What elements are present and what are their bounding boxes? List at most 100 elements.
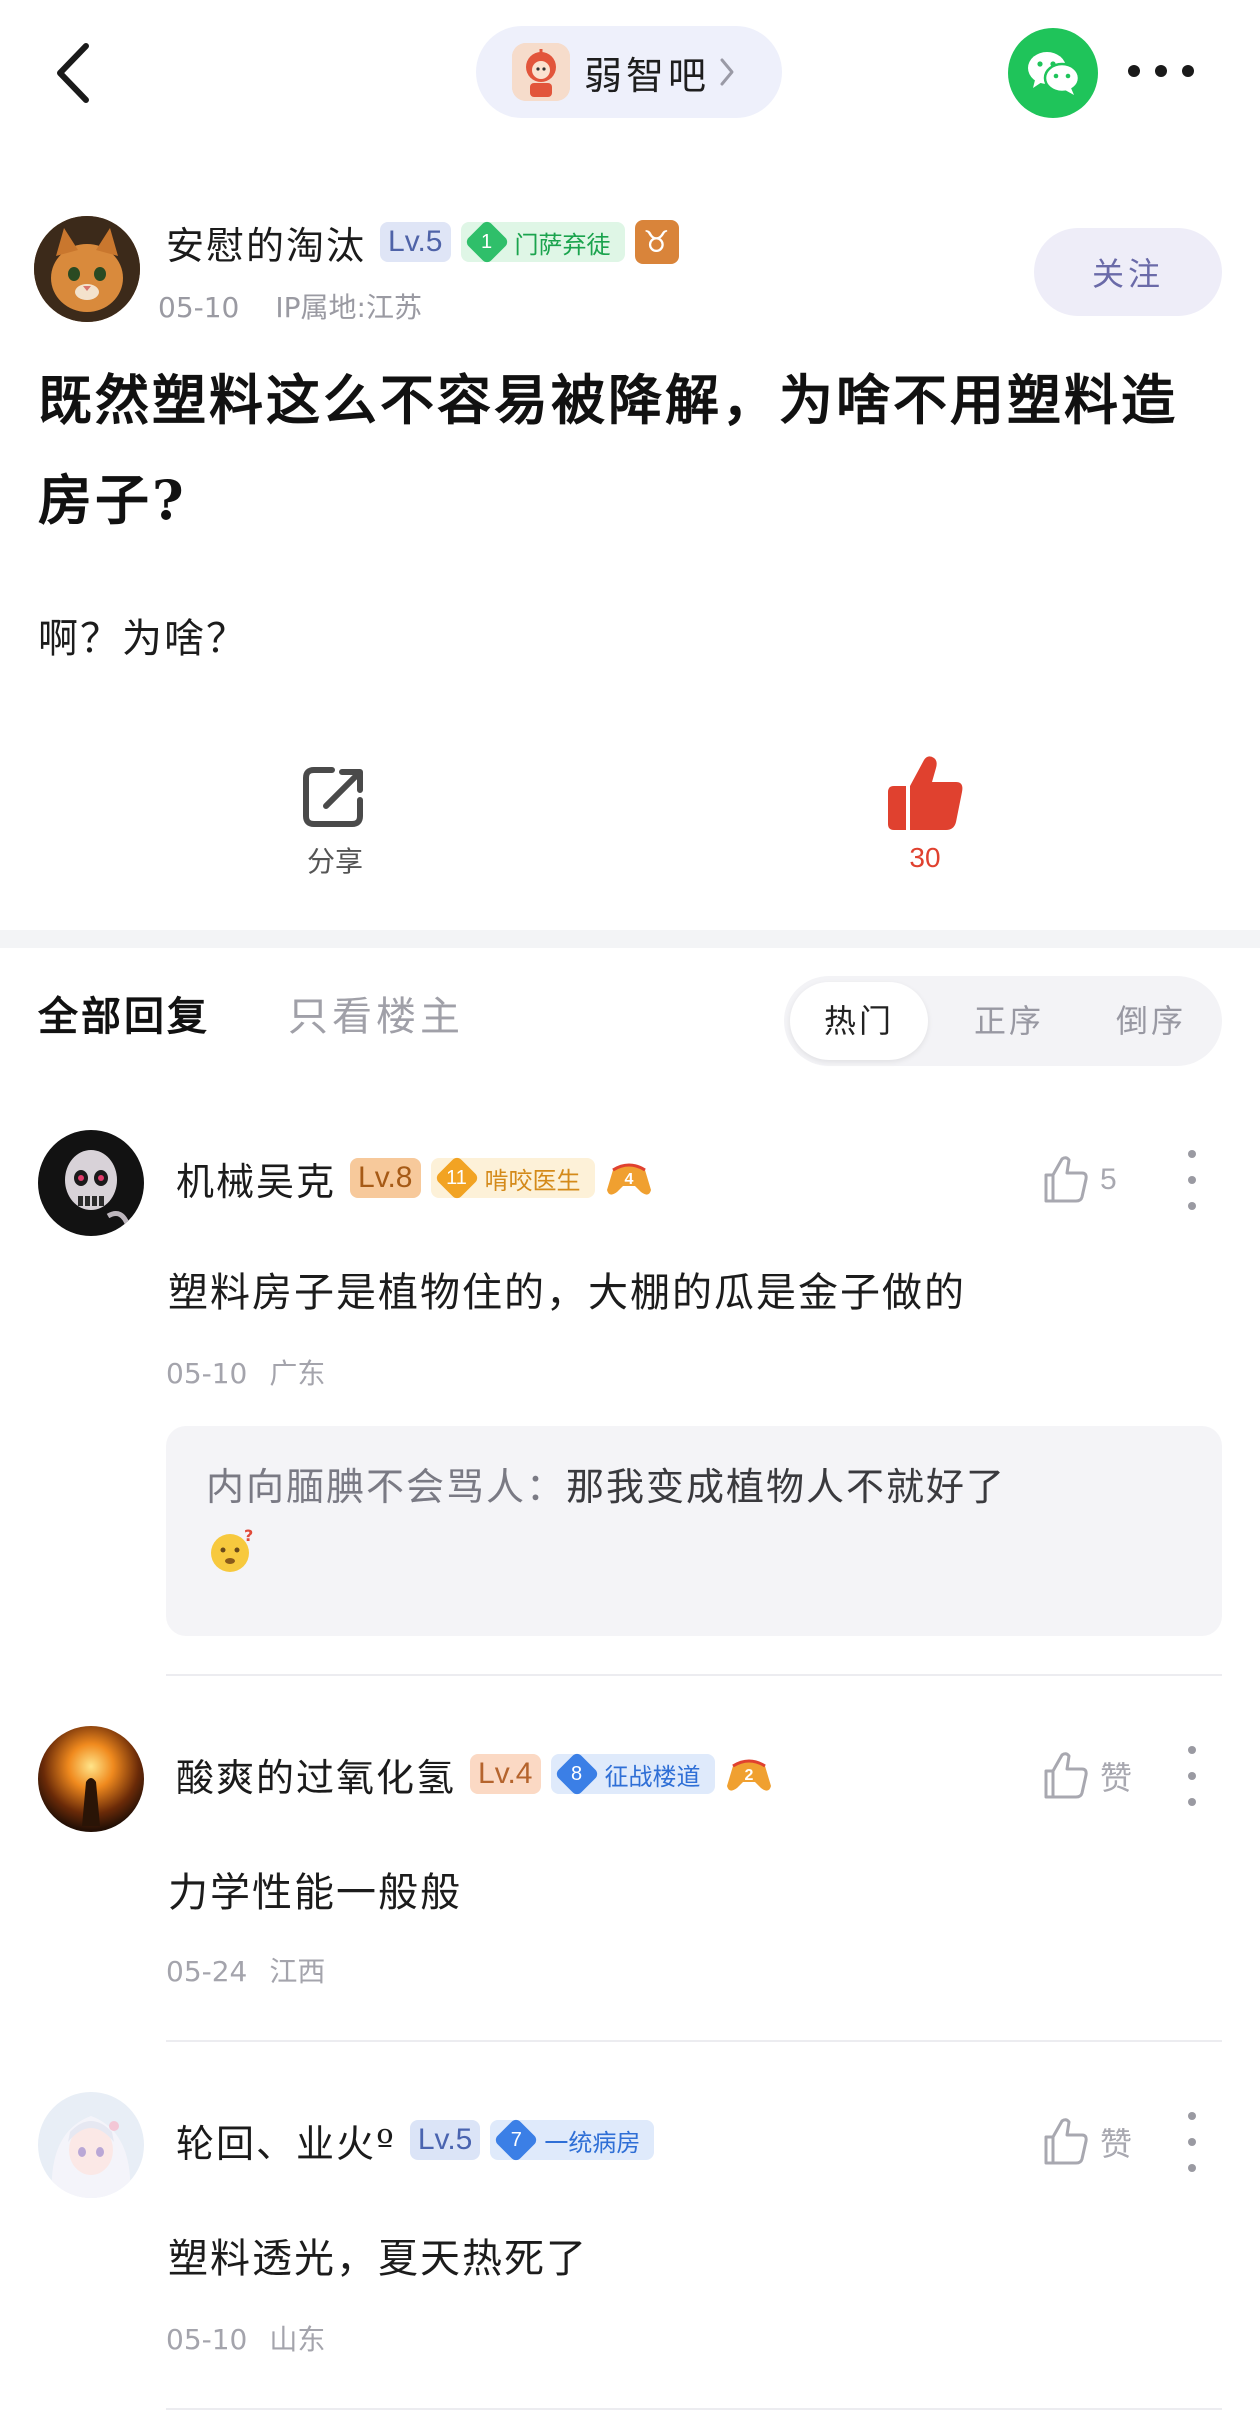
post-body: 啊？为啥？ bbox=[38, 616, 248, 662]
member-title-text: 啃咬医生 bbox=[484, 1166, 581, 1195]
dot-icon bbox=[1188, 1176, 1196, 1184]
comment-divider bbox=[166, 2040, 1222, 2042]
sub-reply-author[interactable]: 内向腼腆不会骂人： bbox=[206, 1465, 566, 1509]
comment-date: 05-24 bbox=[166, 1955, 248, 1988]
commenter-name-row: 酸爽的过氧化氢 Lv.4 8 征战楼道 2 bbox=[176, 1746, 773, 1802]
sub-reply-text: 那我变成植物人不就好了 bbox=[566, 1465, 1007, 1509]
op-name-row: 安慰的淘汰 Lv.5 1 门萨弃徒 ♉ bbox=[166, 214, 679, 270]
wechat-share-button[interactable] bbox=[1008, 28, 1098, 118]
sort-descending[interactable]: 倒序 bbox=[1086, 976, 1216, 1066]
dot-icon bbox=[1182, 65, 1194, 77]
member-title-badge: 7 一统病房 bbox=[490, 2120, 655, 2160]
level-badge: Lv.4 bbox=[470, 1754, 541, 1794]
comment-meta: 05-10 山东 bbox=[166, 2318, 325, 2358]
dot-icon bbox=[1188, 1798, 1196, 1806]
comment-more-button[interactable] bbox=[1180, 2112, 1204, 2172]
commenter-username[interactable]: 轮回、业火º bbox=[176, 2113, 396, 2168]
like-count: 30 bbox=[909, 842, 941, 873]
zodiac-taurus-icon: ♉ bbox=[634, 220, 679, 264]
dot-icon bbox=[1188, 2138, 1196, 2146]
thumbs-up-icon bbox=[1044, 1156, 1088, 1203]
svg-text:2: 2 bbox=[744, 1767, 753, 1784]
post-title: 既然塑料这么不容易被降解，为啥不用塑料造房子? bbox=[38, 368, 1178, 532]
level-badge: Lv.8 bbox=[350, 1158, 421, 1198]
level-badge: Lv.5 bbox=[409, 2120, 481, 2160]
dot-icon bbox=[1155, 65, 1167, 77]
op-avatar[interactable] bbox=[34, 216, 140, 322]
comment-more-button[interactable] bbox=[1180, 1150, 1204, 1210]
comment-like-button[interactable]: 5 bbox=[1040, 1150, 1117, 1210]
svg-text:4: 4 bbox=[624, 1171, 633, 1188]
comment-text: 塑料透光，夏天热死了 bbox=[168, 2236, 588, 2282]
tab-all-replies[interactable]: 全部回复 bbox=[38, 984, 210, 1042]
op-username[interactable]: 安慰的淘汰 bbox=[166, 215, 366, 270]
wechat-icon bbox=[1028, 52, 1081, 95]
comment-divider bbox=[166, 2408, 1222, 2410]
back-button[interactable] bbox=[48, 38, 98, 108]
gamepad-badge-icon: 4 bbox=[606, 1163, 651, 1195]
sort-hot[interactable]: 热门 bbox=[790, 982, 928, 1060]
follow-button[interactable]: 关注 bbox=[1034, 228, 1222, 316]
comment-text: 力学性能一般般 bbox=[168, 1870, 462, 1916]
thinking-emoji-icon: ? bbox=[206, 1526, 1182, 1579]
member-title-text: 征战楼道 bbox=[604, 1762, 701, 1791]
dot-icon bbox=[1188, 2164, 1196, 2172]
member-title-badge: 1 门萨弃徒 bbox=[460, 222, 625, 262]
dot-icon bbox=[1188, 1150, 1196, 1158]
commenter-name-row: 机械吴克 Lv.8 11 啃咬医生 4 bbox=[176, 1150, 653, 1206]
commenter-avatar[interactable] bbox=[38, 1726, 144, 1832]
diamond-icon: 8 bbox=[557, 1754, 597, 1794]
share-label: 分享 bbox=[306, 845, 363, 878]
sort-ascending[interactable]: 正序 bbox=[944, 976, 1074, 1066]
dot-icon bbox=[1188, 1772, 1196, 1780]
post-date: 05-10 bbox=[158, 291, 240, 324]
forum-link[interactable]: 弱智吧 bbox=[476, 26, 782, 118]
comment-like-button[interactable]: 赞 bbox=[1040, 2112, 1132, 2172]
chevron-right-icon bbox=[720, 58, 734, 86]
diamond-icon: 11 bbox=[437, 1158, 477, 1198]
diamond-icon: 1 bbox=[467, 222, 507, 262]
commenter-username[interactable]: 酸爽的过氧化氢 bbox=[176, 1747, 456, 1802]
chevron-left-icon bbox=[57, 43, 89, 103]
commenter-name-row: 轮回、业火º Lv.5 7 一统病房 bbox=[176, 2112, 655, 2168]
comment-like-label: 赞 bbox=[1100, 2125, 1133, 2163]
dot-icon bbox=[1188, 2112, 1196, 2120]
ip-location: IP属地:江苏 bbox=[275, 291, 422, 324]
like-button[interactable]: 30 bbox=[870, 752, 980, 882]
thumbs-up-icon bbox=[1044, 2118, 1088, 2165]
thumbs-up-filled-icon bbox=[888, 756, 963, 830]
top-bar: 弱智吧 bbox=[0, 0, 1260, 150]
level-badge: Lv.5 bbox=[380, 222, 451, 262]
comment-location: 江西 bbox=[269, 1955, 326, 1988]
comment-like-button[interactable]: 赞 bbox=[1040, 1746, 1132, 1806]
commenter-avatar[interactable] bbox=[38, 2092, 144, 2198]
member-title-badge: 8 征战楼道 bbox=[550, 1754, 715, 1794]
gamepad-badge-icon: 2 bbox=[726, 1759, 771, 1791]
member-title-text: 门萨弃徒 bbox=[514, 230, 611, 259]
sort-toggle: 热门 正序 倒序 bbox=[784, 976, 1222, 1066]
comment-more-button[interactable] bbox=[1180, 1746, 1204, 1806]
op-meta: 05-10 IP属地:江苏 bbox=[158, 286, 422, 326]
dot-icon bbox=[1188, 1746, 1196, 1754]
comment-date: 05-10 bbox=[166, 2323, 248, 2356]
thumbs-up-icon bbox=[1044, 1752, 1088, 1799]
comment-like-label: 赞 bbox=[1100, 1759, 1133, 1797]
diamond-icon: 7 bbox=[496, 2120, 536, 2160]
comment-location: 山东 bbox=[269, 2323, 326, 2356]
commenter-username[interactable]: 机械吴克 bbox=[176, 1151, 336, 1206]
forum-name: 弱智吧 bbox=[584, 53, 711, 98]
svg-text:?: ? bbox=[244, 1527, 253, 1545]
comment-date: 05-10 bbox=[166, 1357, 248, 1390]
member-title-badge: 11 啃咬医生 bbox=[430, 1158, 595, 1198]
section-separator bbox=[0, 930, 1260, 948]
sub-reply-box[interactable]: 内向腼腆不会骂人：那我变成植物人不就好了 ? bbox=[166, 1426, 1222, 1636]
commenter-avatar[interactable] bbox=[38, 1130, 144, 1236]
comment-meta: 05-10 广东 bbox=[166, 1352, 325, 1392]
comment-divider bbox=[166, 1674, 1222, 1676]
share-icon bbox=[303, 767, 363, 827]
tab-op-only[interactable]: 只看楼主 bbox=[288, 984, 464, 1042]
comment-like-count: 5 bbox=[1100, 1163, 1117, 1196]
comment-meta: 05-24 江西 bbox=[166, 1950, 325, 1990]
more-options-button[interactable] bbox=[1128, 56, 1194, 86]
share-button[interactable]: 分享 bbox=[280, 760, 390, 880]
